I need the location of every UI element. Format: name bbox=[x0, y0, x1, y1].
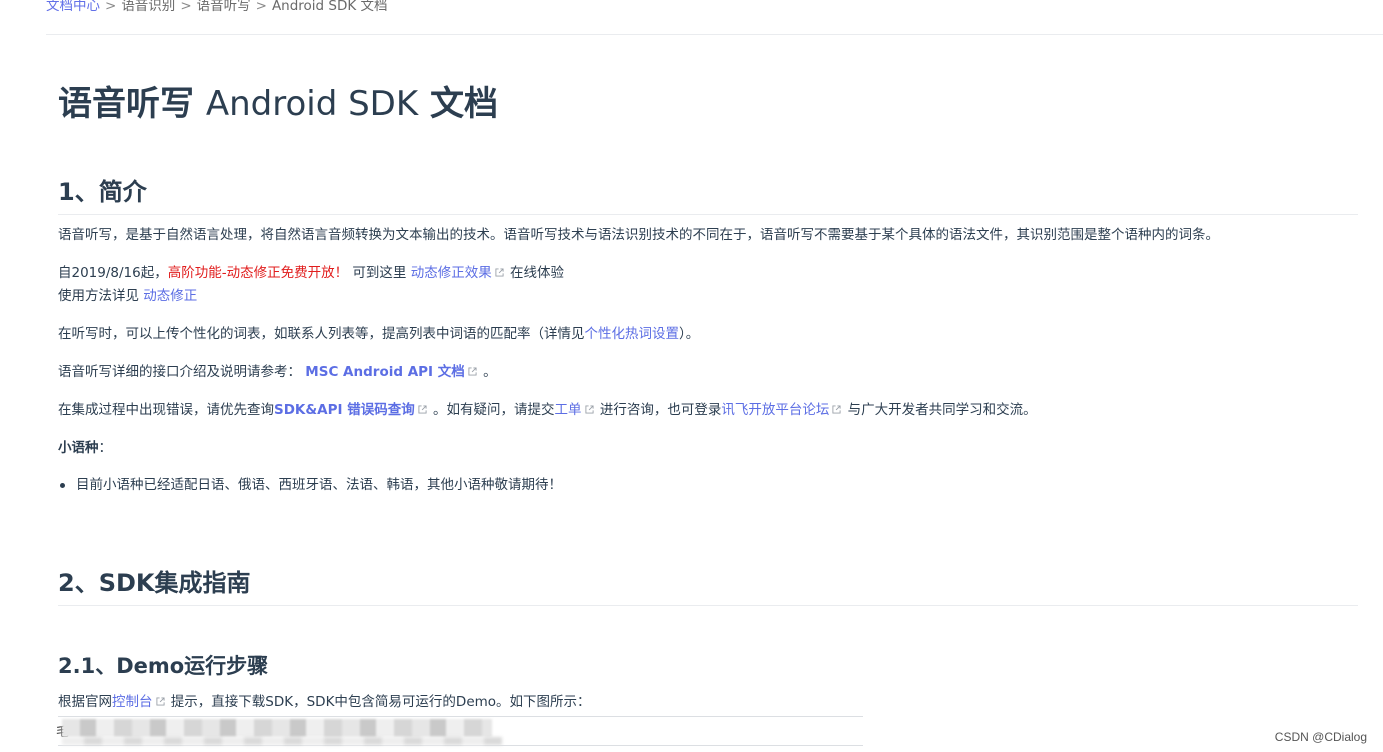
section-heading-intro: 1、简介 bbox=[58, 172, 1358, 215]
page-title-part-3: 文档 bbox=[430, 84, 499, 124]
minor-language-label-text: 小语种 bbox=[58, 440, 99, 456]
err-suffix-text: 与广大开发者共同学习和交流。 bbox=[847, 402, 1037, 418]
err-prefix-text: 在集成过程中出现错误，请优先查询 bbox=[58, 402, 274, 418]
since-suffix-text: 在线体验 bbox=[510, 265, 564, 281]
api-prefix-text: 语音听写详细的接口介绍及说明请参考： bbox=[58, 364, 301, 380]
csdn-watermark: CSDN @CDialog bbox=[1274, 730, 1367, 744]
demo-suffix-text: 提示，直接下载SDK，SDK中包含简易可运行的Demo。如下图所示： bbox=[170, 694, 591, 710]
error-help-paragraph: 在集成过程中出现错误，请优先查询SDK&API 错误码查询 。如有疑问，请提交工… bbox=[58, 399, 1037, 421]
minor-language-list: 目前小语种已经适配日语、俄语、西班牙语、法语、韩语，其他小语种敬请期待！ bbox=[60, 474, 562, 496]
hotword-paragraph: 在听写时，可以上传个性化的词表，如联系人列表等，提高列表中词语的匹配率（详情见个… bbox=[58, 323, 699, 345]
highlight-text: 高阶功能-动态修正免费开放！ bbox=[167, 265, 349, 281]
usage-prefix-text: 使用方法详见 bbox=[58, 288, 139, 304]
page-title-part-2: Android SDK bbox=[205, 84, 419, 124]
err-mid-text: 。如有疑问，请提交 bbox=[433, 402, 555, 418]
dynamic-correction-effect-link[interactable]: 动态修正效果 bbox=[411, 265, 492, 281]
section-heading-sdk-guide: 2、SDK集成指南 bbox=[58, 563, 1358, 606]
external-link-icon bbox=[155, 697, 165, 706]
external-link-icon bbox=[468, 367, 477, 376]
external-link-icon bbox=[584, 405, 594, 414]
bullet-dot bbox=[60, 483, 65, 488]
error-code-lookup-link[interactable]: SDK&API 错误码查询 bbox=[274, 402, 415, 418]
breadcrumb-docs-center[interactable]: 文档中心 bbox=[46, 0, 100, 14]
breadcrumb-separator: > bbox=[105, 0, 117, 14]
since-prefix-text: 自2019/8/16起， bbox=[58, 265, 168, 281]
forum-link[interactable]: 讯飞开放平台论坛 bbox=[721, 402, 829, 418]
blurred-content bbox=[62, 737, 502, 745]
err-mid2-text: 进行咨询，也可登录 bbox=[599, 402, 722, 418]
api-suffix-text: 。 bbox=[483, 364, 497, 380]
page-title: 语音听写 Android SDK 文档 bbox=[58, 76, 498, 125]
subsection-heading-demo-steps: 2.1、Demo运行步骤 bbox=[58, 654, 269, 678]
breadcrumb-separator: > bbox=[180, 0, 192, 14]
hotword-suffix-text: ）。 bbox=[679, 326, 700, 342]
blurred-content bbox=[62, 719, 492, 737]
external-link-icon bbox=[832, 405, 841, 414]
breadcrumb: 文档中心 > 语音识别 > 语音听写 > Android SDK 文档 bbox=[46, 0, 1383, 35]
hotword-prefix-text: 在听写时，可以上传个性化的词表，如联系人列表等，提高列表中词语的匹配率（详情见 bbox=[58, 326, 585, 342]
console-link[interactable]: 控制台 bbox=[112, 694, 153, 710]
demo-steps-paragraph: 根据官网控制台 提示，直接下载SDK，SDK中包含简易可运行的Demo。如下图所… bbox=[58, 691, 591, 713]
ticket-link[interactable]: 工单 bbox=[555, 402, 582, 418]
hotword-settings-link[interactable]: 个性化热词设置 bbox=[585, 326, 680, 342]
breadcrumb-speech-recognition[interactable]: 语音识别 bbox=[121, 0, 175, 14]
list-item-text: 目前小语种已经适配日语、俄语、西班牙语、法语、韩语，其他小语种敬请期待！ bbox=[76, 477, 562, 493]
list-item: 目前小语种已经适配日语、俄语、西班牙语、法语、韩语，其他小语种敬请期待！ bbox=[60, 474, 562, 496]
minor-language-colon: ： bbox=[98, 440, 113, 456]
dynamic-correction-link[interactable]: 动态修正 bbox=[143, 288, 197, 304]
external-link-icon bbox=[495, 268, 504, 277]
api-doc-paragraph: 语音听写详细的接口介绍及说明请参考： MSC Android API 文档 。 bbox=[58, 361, 497, 383]
demo-prefix-text: 根据官网 bbox=[58, 694, 112, 710]
since-mid-text: 可到这里 bbox=[352, 265, 407, 281]
intro-paragraph: 语音听写，是基于自然语言处理，将自然语言音频转换为文本输出的技术。语音听写技术与… bbox=[58, 227, 1219, 243]
blurred-table-preview: 毛 bbox=[56, 716, 863, 746]
page-title-part-1: 语音听写 bbox=[58, 84, 194, 124]
msc-android-api-link[interactable]: MSC Android API 文档 bbox=[305, 364, 464, 380]
breadcrumb-dictation[interactable]: 语音听写 bbox=[197, 0, 251, 14]
breadcrumb-separator: > bbox=[255, 0, 267, 14]
breadcrumb-current: Android SDK 文档 bbox=[271, 0, 388, 14]
dynamic-correction-paragraph: 自2019/8/16起，高阶功能-动态修正免费开放！ 可到这里 动态修正效果 在… bbox=[58, 262, 564, 284]
usage-paragraph: 使用方法详见 动态修正 bbox=[58, 285, 197, 307]
minor-language-label: 小语种： bbox=[58, 437, 112, 459]
external-link-icon bbox=[418, 405, 427, 414]
